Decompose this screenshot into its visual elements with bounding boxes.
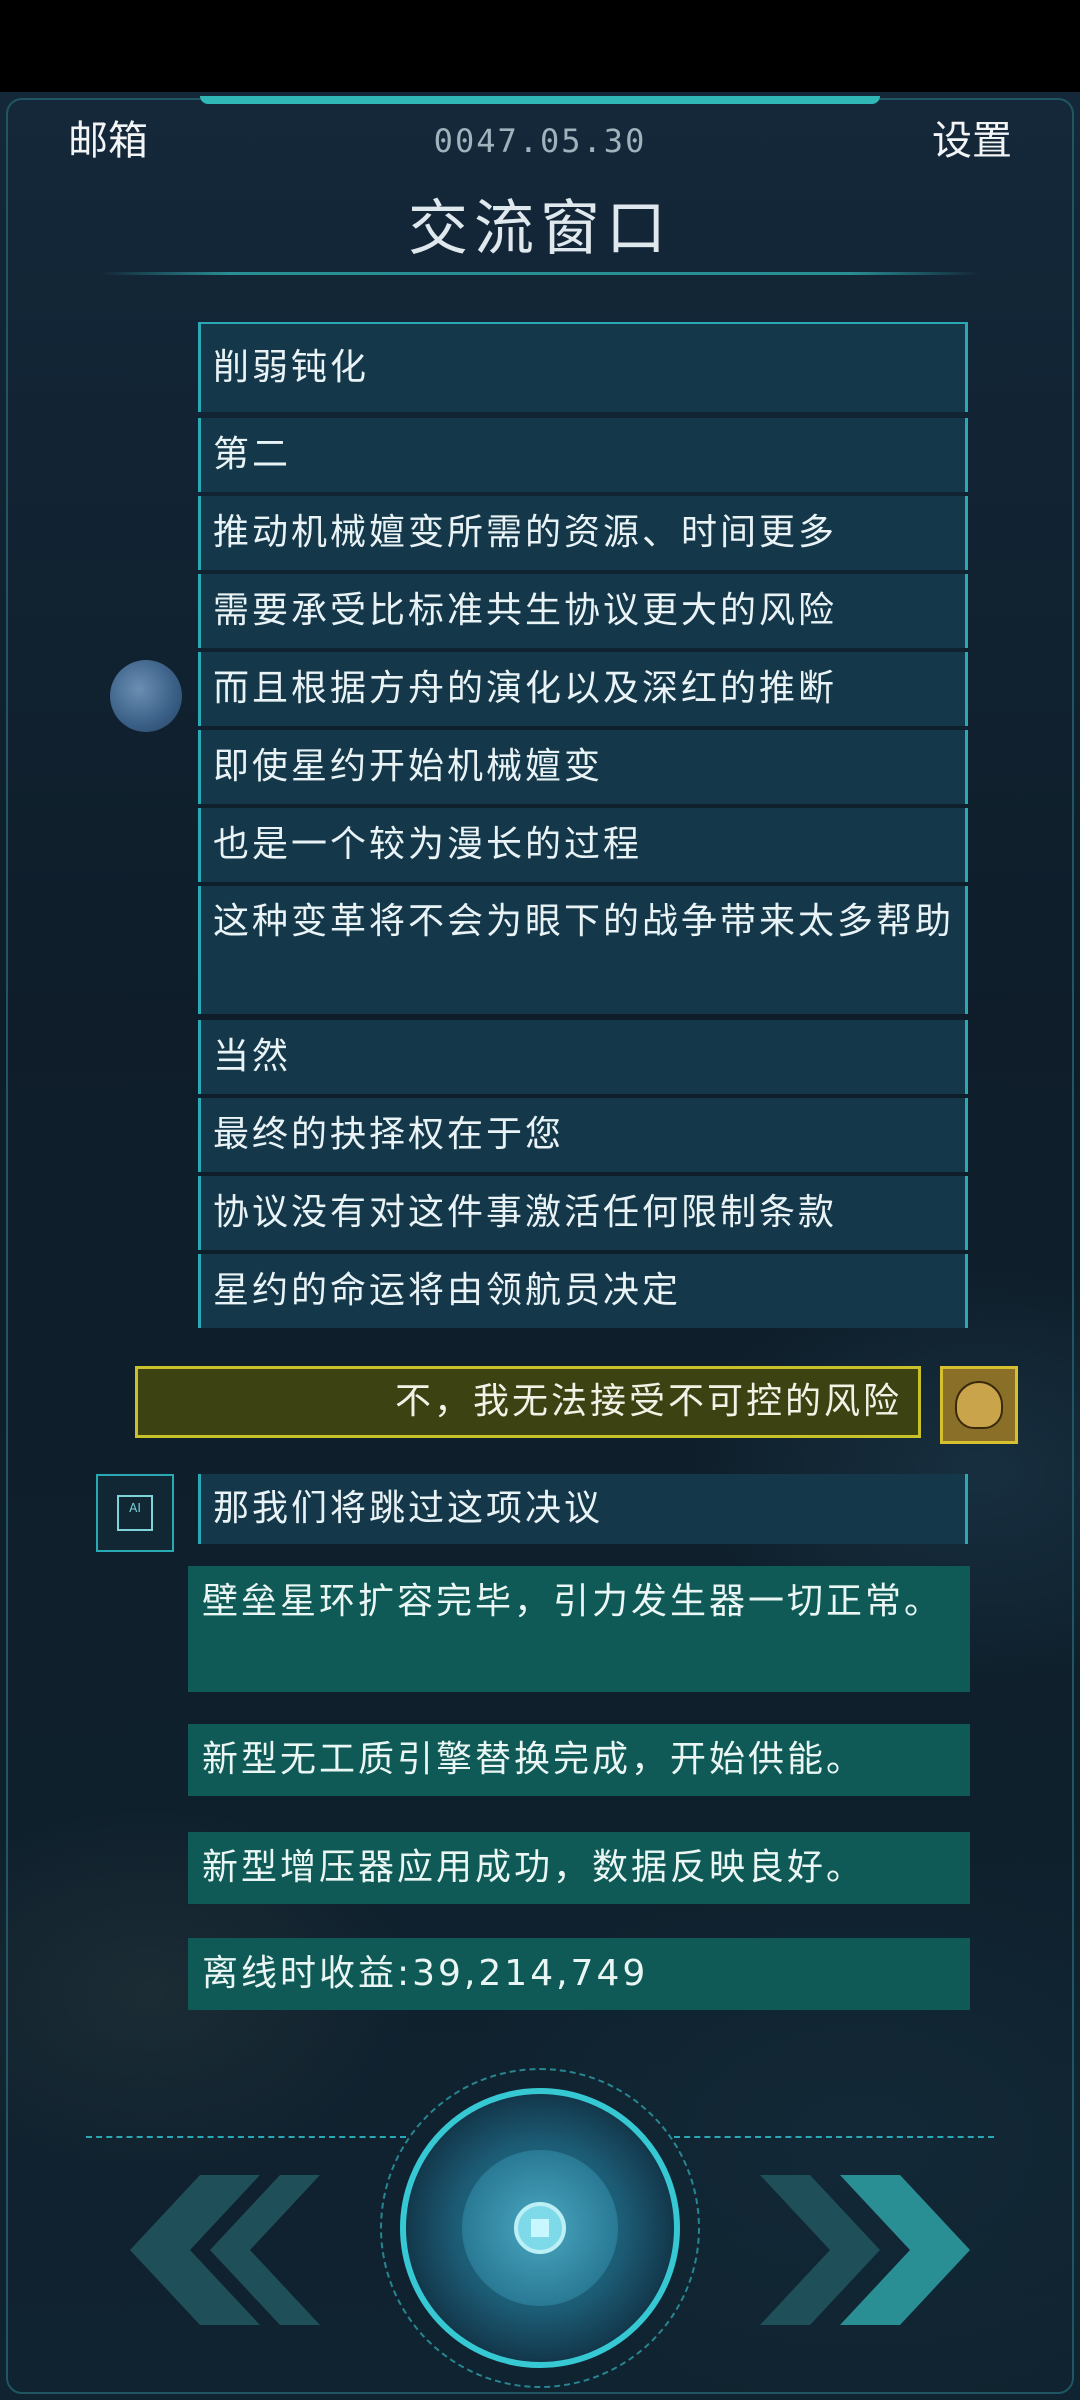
status-bar: [0, 0, 1080, 92]
previous-page-button[interactable]: [100, 2175, 320, 2325]
dialogue-line: 协议没有对这件事激活任何限制条款: [198, 1176, 968, 1250]
settings-button[interactable]: 设置: [932, 108, 1012, 166]
dialogue-line: 削弱钝化: [198, 322, 968, 412]
stop-icon: [531, 2219, 549, 2237]
player-choice-message: 不，我无法接受不可控的风险: [135, 1366, 921, 1438]
system-message: 新型增压器应用成功，数据反映良好。: [188, 1832, 970, 1904]
system-message: 离线时收益:39,214,749: [188, 1938, 970, 2010]
page-title: 交流窗口: [408, 194, 672, 264]
dialogue-line: 星约的命运将由领航员决定: [198, 1254, 968, 1328]
dialogue-line: 最终的抉择权在于您: [198, 1098, 968, 1172]
double-chevron-right-icon: [760, 2175, 970, 2325]
system-message: 壁垒星环扩容完毕，引力发生器一切正常。: [188, 1566, 970, 1692]
nav-divider-left: [86, 2136, 406, 2138]
dialogue-line: 即使星约开始机械嬗变: [198, 730, 968, 804]
double-chevron-left-icon: [130, 2175, 320, 2325]
player-avatar-icon: [940, 1366, 1018, 1444]
title-divider: [100, 272, 980, 275]
ai-reply-message: 那我们将跳过这项决议: [198, 1474, 968, 1544]
system-message: 新型无工质引擎替换完成，开始供能。: [188, 1724, 970, 1796]
nav-divider-right: [674, 2136, 994, 2138]
dialogue-line: 也是一个较为漫长的过程: [198, 808, 968, 882]
dialogue-line: 第二: [198, 418, 968, 492]
dialogue-line: 推动机械嬗变所需的资源、时间更多: [198, 496, 968, 570]
next-page-button[interactable]: [760, 2175, 980, 2325]
dialogue-line: 这种变革将不会为眼下的战争带来太多帮助: [198, 886, 968, 1014]
dialogue-line: 需要承受比标准共生协议更大的风险: [198, 574, 968, 648]
dialogue-line: 当然: [198, 1020, 968, 1094]
game-date: 0047.05.30: [433, 122, 647, 160]
dialogue-line: 而且根据方舟的演化以及深红的推断: [198, 652, 968, 726]
frame-top-glow: [200, 96, 880, 104]
ai-chip-icon: AI: [96, 1474, 174, 1552]
center-action-button[interactable]: [380, 2068, 700, 2388]
ai-chip-label: AI: [129, 1501, 141, 1515]
planet-icon: [110, 660, 182, 732]
